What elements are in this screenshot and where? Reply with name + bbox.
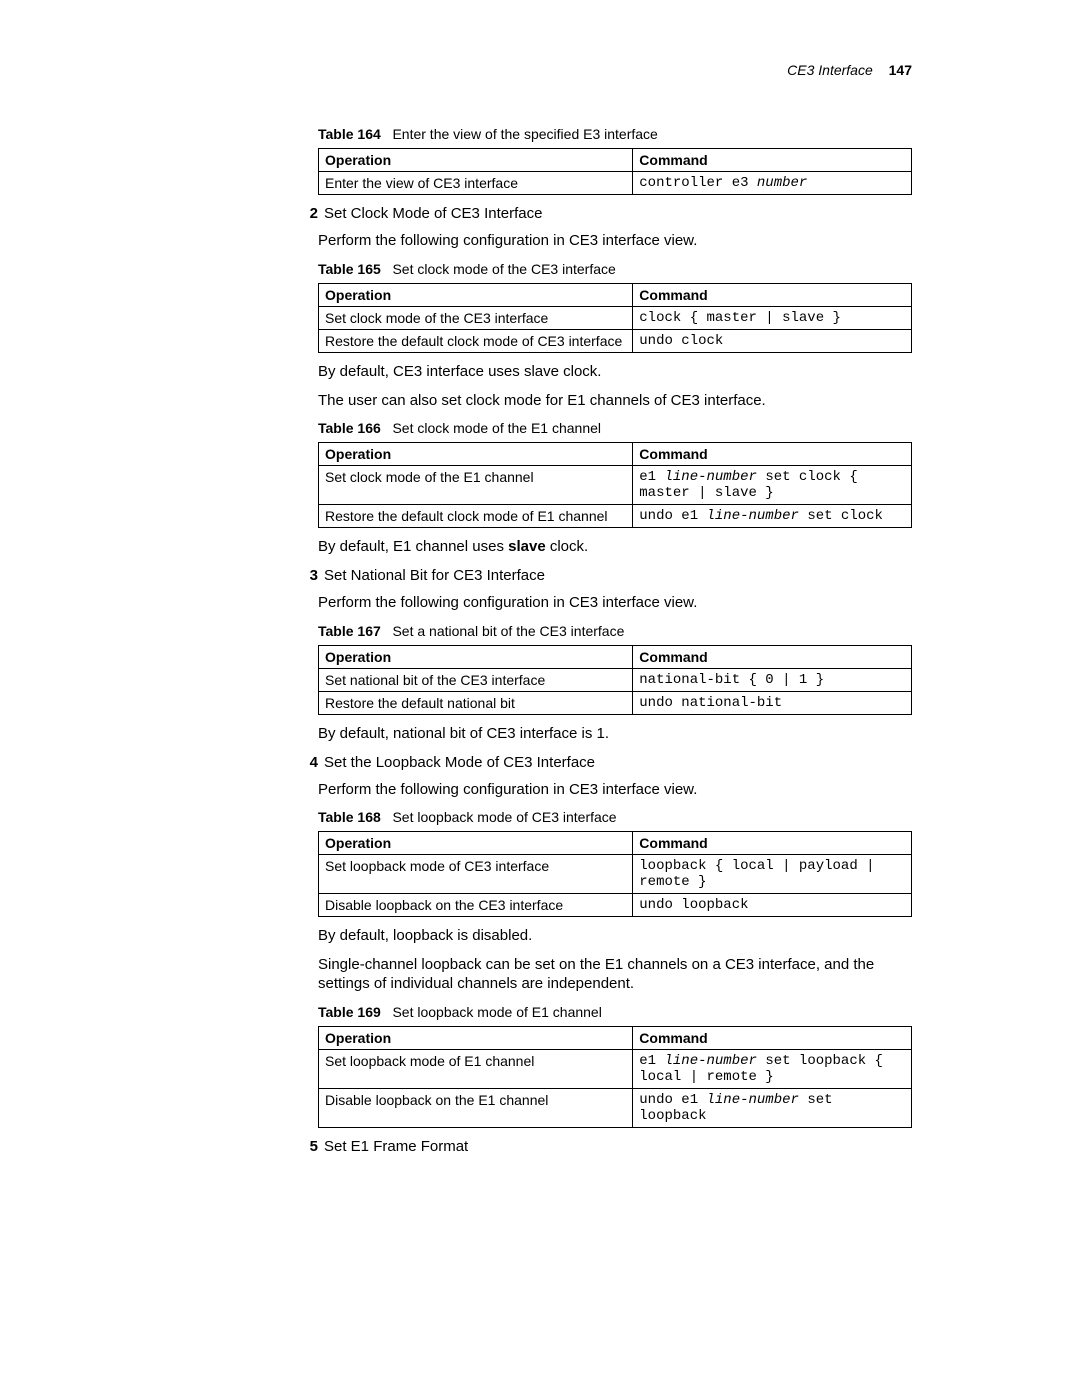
table-164-caption: Table 164 Enter the view of the specifie… (318, 126, 912, 142)
table-166-r1c2: e1 line-number set clock { master | slav… (633, 466, 912, 505)
step-3-p1: Perform the following configuration in C… (318, 594, 912, 613)
table-167: Operation Command Set national bit of th… (318, 645, 912, 715)
table-169-caption: Table 169 Set loopback mode of E1 channe… (318, 1004, 912, 1020)
table-167-caption: Table 167 Set a national bit of the CE3 … (318, 623, 912, 639)
table-169-r2c2: undo e1 line-number set loopback (633, 1088, 912, 1127)
step-2-p1: Perform the following configuration in C… (318, 232, 912, 251)
step-5-row: 5 Set E1 Frame Format (298, 1138, 912, 1155)
step-4-title: Set the Loopback Mode of CE3 Interface (324, 754, 595, 771)
step-3-title: Set National Bit for CE3 Interface (324, 567, 545, 584)
table-164-r1c2: controller e3 number (633, 172, 912, 195)
step-3-num: 3 (298, 567, 318, 584)
page-number: 147 (889, 62, 912, 78)
table-165: Operation Command Set clock mode of the … (318, 283, 912, 353)
table-164-r1c1: Enter the view of CE3 interface (319, 172, 633, 195)
step-4-p1: Perform the following configuration in C… (318, 781, 912, 800)
table-166: Operation Command Set clock mode of the … (318, 442, 912, 528)
table-169-r1c2: e1 line-number set loopback { local | re… (633, 1049, 912, 1088)
step-3-row: 3 Set National Bit for CE3 Interface (298, 567, 912, 584)
table-168: Operation Command Set loopback mode of C… (318, 831, 912, 917)
table-164: Operation Command Enter the view of CE3 … (318, 148, 912, 195)
table-168-caption: Table 168 Set loopback mode of CE3 inter… (318, 809, 912, 825)
step-5-num: 5 (298, 1138, 318, 1155)
step-4-p2: By default, loopback is disabled. (318, 927, 912, 946)
table-164-label: Table 164 (318, 126, 381, 142)
table-165-caption: Table 165 Set clock mode of the CE3 inte… (318, 261, 912, 277)
step-2-p2: By default, CE3 interface uses slave clo… (318, 363, 912, 382)
table-164-h1: Operation (319, 149, 633, 172)
table-164-text: Enter the view of the specified E3 inter… (392, 126, 657, 142)
step-2-p4: By default, E1 channel uses slave clock. (318, 538, 912, 557)
step-3-p2: By default, national bit of CE3 interfac… (318, 725, 912, 744)
page: CE3 Interface 147 Table 164 Enter the vi… (0, 0, 1080, 1397)
step-2-p3: The user can also set clock mode for E1 … (318, 392, 912, 411)
step-2-title: Set Clock Mode of CE3 Interface (324, 205, 542, 222)
step-4-p3: Single-channel loopback can be set on th… (318, 956, 912, 994)
table-166-r2c2: undo e1 line-number set clock (633, 505, 912, 528)
table-164-h2: Command (633, 149, 912, 172)
section-title: CE3 Interface (787, 62, 873, 78)
content: Table 164 Enter the view of the specifie… (318, 126, 912, 1155)
step-5-title: Set E1 Frame Format (324, 1138, 468, 1155)
step-2-num: 2 (298, 205, 318, 222)
table-169: Operation Command Set loopback mode of E… (318, 1026, 912, 1128)
step-4-row: 4 Set the Loopback Mode of CE3 Interface (298, 754, 912, 771)
step-4-num: 4 (298, 754, 318, 771)
step-2-row: 2 Set Clock Mode of CE3 Interface (298, 205, 912, 222)
table-166-caption: Table 166 Set clock mode of the E1 chann… (318, 420, 912, 436)
page-header: CE3 Interface 147 (286, 62, 912, 78)
